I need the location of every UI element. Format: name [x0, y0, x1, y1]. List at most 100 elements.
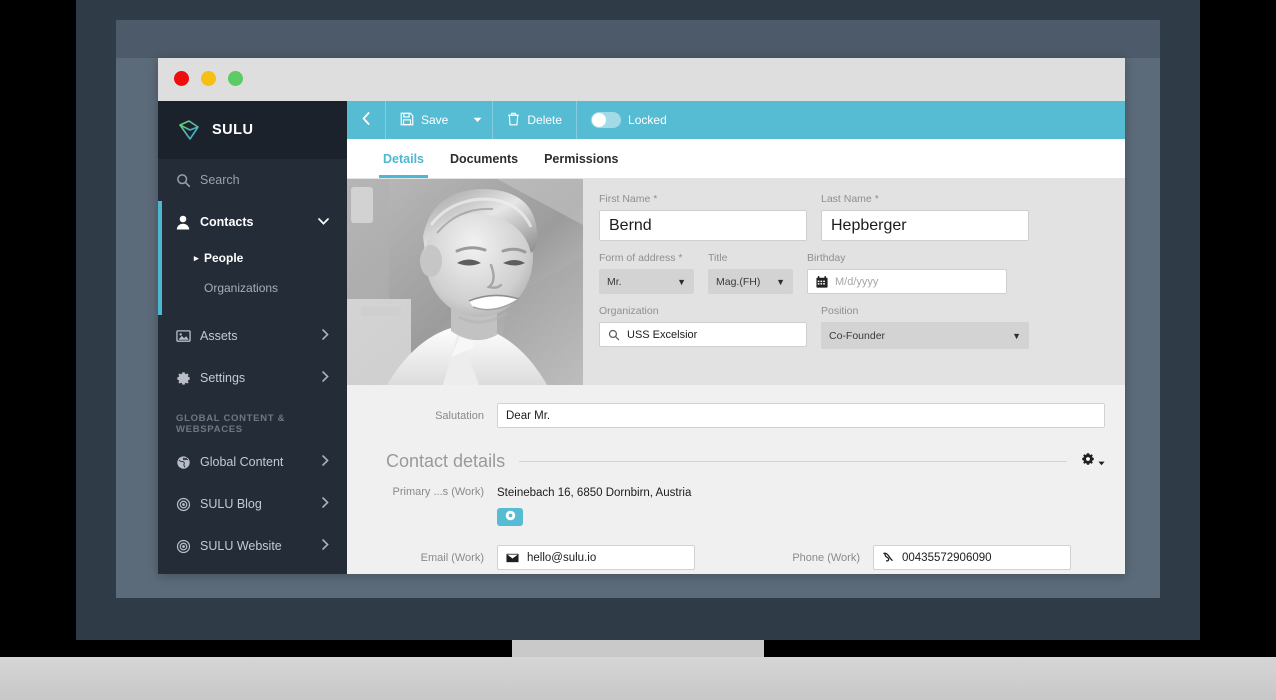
- sidebar-subitem-label: People: [204, 251, 244, 265]
- divider: [519, 461, 1067, 462]
- sidebar-item-global-content[interactable]: Global Content: [158, 441, 347, 483]
- monitor-screen-top-strip: [116, 20, 1160, 58]
- birthday-placeholder: M/d/yyyy: [835, 275, 879, 288]
- first-name-input[interactable]: Bernd: [599, 210, 807, 241]
- tab-bar: Details Documents Permissions: [347, 139, 1125, 179]
- sulu-logo-icon: [176, 118, 202, 142]
- chevron-right-icon: [322, 497, 329, 511]
- email-phone-row: Email (Work) hello@sulu.io Phone (Work): [347, 545, 1105, 570]
- person-icon: [176, 215, 200, 230]
- target-icon: [176, 497, 200, 512]
- salutation-row: Salutation Dear Mr.: [347, 403, 1105, 428]
- desk-surface: [0, 657, 1276, 700]
- fields-panel: First Name * Bernd Last Name * Hepberger…: [583, 179, 1125, 385]
- brand-name: SULU: [212, 122, 254, 138]
- sidebar-item-label: Global Content: [200, 455, 284, 469]
- minimize-window-button[interactable]: [201, 71, 216, 86]
- last-name-group: Last Name * Hepberger: [821, 193, 1029, 241]
- tab-permissions[interactable]: Permissions: [544, 139, 618, 178]
- save-dropdown-button[interactable]: [462, 101, 494, 139]
- search-icon: [608, 329, 620, 341]
- sidebar-item-settings[interactable]: Settings: [158, 357, 347, 399]
- phone-input[interactable]: 00435572906090: [873, 545, 1071, 570]
- caret-down-icon: [1098, 453, 1105, 471]
- search-icon: [176, 173, 200, 188]
- birthday-input[interactable]: M/d/yyyy: [807, 269, 1007, 294]
- form-of-address-select[interactable]: Mr. ▼: [599, 269, 694, 294]
- position-select[interactable]: Co-Founder ▼: [821, 322, 1029, 349]
- brand[interactable]: SULU: [158, 101, 347, 159]
- content-area: Save Delete Locked Details Documents Per…: [347, 101, 1125, 574]
- floppy-disk-icon: [400, 112, 414, 129]
- maximize-window-button[interactable]: [228, 71, 243, 86]
- toggle-switch[interactable]: [591, 112, 622, 128]
- locked-label: Locked: [628, 113, 667, 127]
- sidebar-item-label: SULU Website: [200, 539, 282, 553]
- envelope-icon: [506, 553, 519, 563]
- sidebar-group-contacts: Contacts ▸ People Organizations: [158, 201, 347, 315]
- gear-icon: [176, 371, 200, 386]
- calendar-icon: [816, 275, 828, 288]
- phone-icon: [882, 551, 894, 564]
- chevron-right-icon: [322, 371, 329, 385]
- sidebar-item-assets[interactable]: Assets: [158, 315, 347, 357]
- last-name-label: Last Name *: [821, 193, 879, 205]
- sidebar-item-sulu-blog[interactable]: SULU Blog: [158, 483, 347, 525]
- primary-address-row: Primary ...s (Work) Steinebach 16, 6850 …: [347, 486, 1105, 499]
- email-label: Email (Work): [420, 551, 484, 564]
- salutation-input[interactable]: Dear Mr.: [497, 403, 1105, 428]
- organization-group: Organization USS Excelsior: [599, 305, 807, 349]
- tab-documents[interactable]: Documents: [450, 139, 518, 178]
- sidebar-item-label: SULU Blog: [200, 497, 262, 511]
- sidebar-item-contacts[interactable]: Contacts: [158, 201, 347, 243]
- last-name-input[interactable]: Hepberger: [821, 210, 1029, 241]
- email-value: hello@sulu.io: [527, 551, 597, 564]
- sidebar: SULU Search Contacts ▸ People Organizati…: [158, 101, 347, 574]
- sidebar-item-people[interactable]: ▸ People: [158, 243, 347, 273]
- chevron-right-icon: [322, 329, 329, 343]
- title-select[interactable]: Mag.(FH) ▼: [708, 269, 793, 294]
- sidebar-item-label: Contacts: [200, 215, 254, 229]
- locked-toggle[interactable]: Locked: [577, 101, 681, 139]
- scene: SULU Search Contacts ▸ People Organizati…: [0, 0, 1276, 700]
- form-of-address-label: Form of address *: [599, 252, 683, 264]
- back-button[interactable]: [347, 101, 386, 139]
- trash-icon: [507, 112, 520, 129]
- primary-address-label: Primary ...s (Work): [392, 486, 484, 498]
- save-button[interactable]: Save: [386, 101, 462, 139]
- chevron-down-icon: [318, 217, 329, 228]
- birthday-group: Birthday M/d/yyyy: [807, 252, 1007, 294]
- close-window-button[interactable]: [174, 71, 189, 86]
- toolbar: Save Delete Locked: [347, 101, 1125, 139]
- name-row: First Name * Bernd Last Name * Hepberger: [599, 193, 1105, 241]
- tab-details[interactable]: Details: [379, 139, 428, 178]
- primary-address-value: Steinebach 16, 6850 Dornbirn, Austria: [497, 487, 692, 499]
- lower-form: Salutation Dear Mr. Contact details Prim…: [347, 385, 1125, 574]
- contact-details-section-header: Contact details: [347, 451, 1105, 472]
- bullet-icon: ▸: [194, 252, 199, 263]
- email-input[interactable]: hello@sulu.io: [497, 545, 695, 570]
- image-icon: [176, 329, 200, 343]
- gear-icon: [1081, 452, 1095, 471]
- sidebar-item-search[interactable]: Search: [158, 159, 347, 201]
- organization-value: USS Excelsior: [627, 328, 698, 341]
- caret-down-icon: ▼: [1012, 330, 1021, 341]
- title-value: Mag.(FH): [716, 275, 761, 288]
- tab-label: Documents: [450, 151, 519, 166]
- section-settings-button[interactable]: [1081, 452, 1105, 471]
- hero-section: First Name * Bernd Last Name * Hepberger…: [347, 179, 1125, 385]
- sidebar-subitem-label: Organizations: [204, 281, 279, 295]
- sidebar-item-sulu-website[interactable]: SULU Website: [158, 525, 347, 567]
- window-controls: [174, 71, 243, 86]
- delete-button[interactable]: Delete: [493, 101, 578, 139]
- caret-down-icon: [473, 115, 482, 125]
- contact-photo[interactable]: [347, 179, 583, 385]
- save-group: Save: [386, 101, 494, 139]
- sidebar-item-organizations[interactable]: Organizations: [158, 273, 347, 303]
- tab-label: Details: [383, 151, 424, 166]
- organization-input[interactable]: USS Excelsior: [599, 322, 807, 347]
- add-circle-icon: [505, 508, 516, 526]
- add-address-button[interactable]: [497, 508, 523, 526]
- phone-value: 00435572906090: [902, 551, 992, 564]
